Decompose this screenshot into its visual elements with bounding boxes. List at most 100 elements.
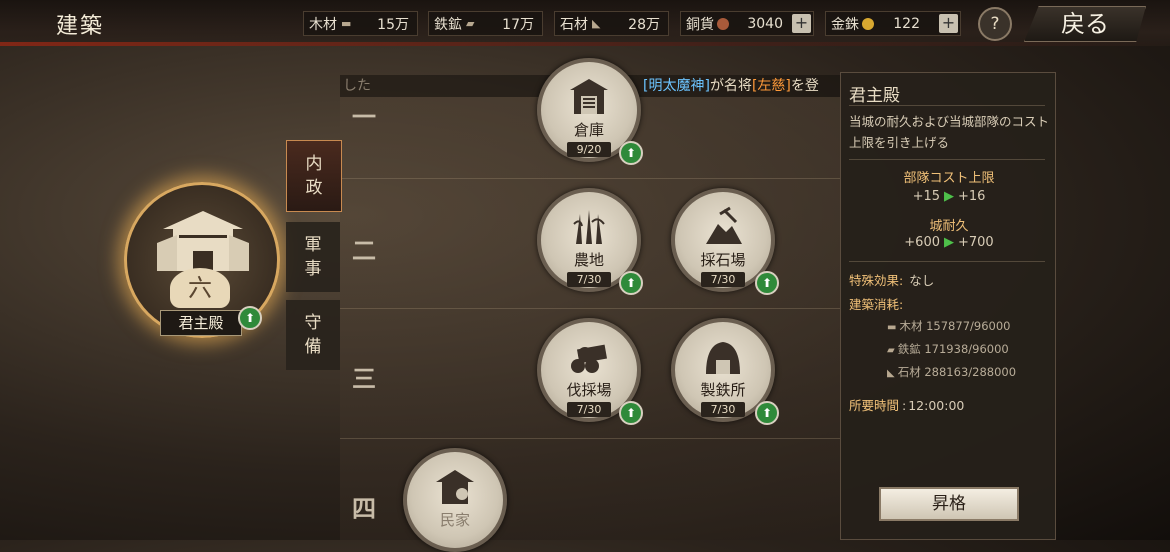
building-level: 7/30 xyxy=(701,402,745,417)
stat-name: 城耐久 xyxy=(929,219,969,234)
resource-gold: 金銖 122 + xyxy=(825,11,961,36)
tab-label: 内 xyxy=(305,154,323,174)
top-bar-accent xyxy=(0,42,1170,46)
stat-to: +16 xyxy=(958,189,986,204)
stat-name: 部隊コスト上限 xyxy=(903,171,995,186)
gold-coin-icon xyxy=(862,17,874,30)
notice-player: [明太魔神] xyxy=(643,78,710,94)
building-level: 7/30 xyxy=(567,402,611,417)
resource-value: 17万 xyxy=(502,16,534,33)
building-house[interactable]: 民家 xyxy=(403,448,507,552)
upgrade-button[interactable]: 昇格 xyxy=(879,487,1019,521)
tier-divider xyxy=(340,308,840,309)
tab-label: 守 xyxy=(304,313,322,333)
arrow-right-icon: ▶ xyxy=(944,189,954,204)
resource-label: 金銖 xyxy=(831,16,859,33)
tab-label: 政 xyxy=(305,178,323,198)
tier-number: 一 xyxy=(352,102,376,131)
quarry-icon xyxy=(706,206,742,244)
building-name: 農地 xyxy=(573,251,604,269)
cost-label: 建築消耗: xyxy=(849,297,904,312)
upgrade-arrow-icon[interactable]: ⬆ xyxy=(755,401,779,425)
resource-iron: 鉄鉱 ▰ 17万 xyxy=(428,11,543,36)
lumber-icon xyxy=(571,344,608,373)
upgrade-arrow-icon[interactable]: ⬆ xyxy=(619,271,643,295)
upgrade-arrow-icon[interactable]: ⬆ xyxy=(238,306,262,330)
resource-wood: 木材 ▬ 15万 xyxy=(303,11,418,36)
tab-domestic[interactable]: 内政 xyxy=(286,140,342,212)
building-level: 9/20 xyxy=(567,142,611,157)
cost-iron: ▰ 鉄鉱 171938/96000 xyxy=(887,342,1009,356)
divider xyxy=(849,159,1045,160)
resource-value: 3040 xyxy=(747,15,783,32)
arrow-right-icon: ▶ xyxy=(944,235,954,250)
building-detail-panel: 君主殿 当城の耐久および当城部隊のコスト上限を引き上げる 部隊コスト上限 +15… xyxy=(840,72,1056,540)
anvil-icon: ▰ xyxy=(466,17,475,30)
resource-label: 銅貨 xyxy=(686,16,714,33)
resource-value: 15万 xyxy=(377,16,409,33)
build-time: 所要時間:12:00:00 xyxy=(849,398,965,413)
tier-number: 二 xyxy=(352,236,376,265)
tab-label: 備 xyxy=(304,337,322,357)
house-icon xyxy=(436,470,474,504)
ironworks-icon xyxy=(706,342,740,374)
tier-divider xyxy=(340,438,840,439)
upgrade-arrow-icon[interactable]: ⬆ xyxy=(619,141,643,165)
wood-icon: ▬ xyxy=(341,17,352,30)
stat-from: +15 xyxy=(912,189,940,204)
warehouse-icon xyxy=(570,79,608,114)
resource-copper: 銅貨 3040 + xyxy=(680,11,814,36)
main-building-name: 君主殿 xyxy=(160,310,242,336)
add-gold-button[interactable]: + xyxy=(939,14,958,33)
cost-stone: ◣ 石材 288163/288000 xyxy=(887,365,1017,379)
stat-change: +600 ▶ +700 xyxy=(841,235,1057,250)
resource-label: 石材 xyxy=(560,16,588,33)
cost-wood: ▬ 木材 157877/96000 xyxy=(887,319,1011,333)
building-name: 採石場 xyxy=(700,251,746,269)
building-name: 製鉄所 xyxy=(700,381,746,399)
tab-military[interactable]: 軍事 xyxy=(286,222,340,292)
notice-text: を登 xyxy=(790,78,819,94)
stone-icon: ◣ xyxy=(592,17,601,30)
special-effect: 特殊効果: なし xyxy=(849,273,935,288)
page-title: 建築 xyxy=(56,14,105,39)
back-button[interactable]: 戻る xyxy=(1024,6,1146,42)
stat-change: +15 ▶ +16 xyxy=(841,189,1057,204)
resource-value: 122 xyxy=(893,15,920,32)
anvil-icon: ▰ xyxy=(887,345,895,356)
tier-number: 四 xyxy=(352,494,376,523)
upgrade-arrow-icon[interactable]: ⬆ xyxy=(619,401,643,425)
tier-divider xyxy=(340,178,840,179)
tier-number: 三 xyxy=(352,364,376,393)
resource-label: 木材 xyxy=(309,16,337,33)
divider xyxy=(849,261,1045,262)
notice-general: [左慈] xyxy=(751,78,791,94)
building-name: 民家 xyxy=(439,511,470,529)
building-name: 伐採場 xyxy=(566,381,612,399)
notice-text: した xyxy=(343,78,371,94)
panel-title: 君主殿 xyxy=(849,86,900,106)
wood-icon: ▬ xyxy=(887,322,897,333)
resource-value: 28万 xyxy=(628,16,660,33)
palace-icon xyxy=(157,211,249,271)
add-copper-button[interactable]: + xyxy=(792,14,811,33)
building-level: 7/30 xyxy=(567,272,611,287)
building-level: 7/30 xyxy=(701,272,745,287)
stone-icon: ◣ xyxy=(887,368,895,379)
divider xyxy=(849,105,1045,106)
panel-description: 当城の耐久および当城部隊のコスト上限を引き上げる xyxy=(849,114,1050,150)
tab-label: 軍 xyxy=(304,235,322,255)
stat-from: +600 xyxy=(904,235,940,250)
notice-text: が名将 xyxy=(709,78,752,94)
resource-stone: 石材 ◣ 28万 xyxy=(554,11,669,36)
farm-icon xyxy=(573,210,605,244)
building-name: 倉庫 xyxy=(573,121,604,139)
tab-label: 事 xyxy=(304,259,322,279)
resource-label: 鉄鉱 xyxy=(434,16,462,33)
main-building-level-badge: 六 xyxy=(170,268,230,308)
upgrade-arrow-icon[interactable]: ⬆ xyxy=(755,271,779,295)
stat-to: +700 xyxy=(958,235,994,250)
copper-coin-icon xyxy=(717,17,729,30)
help-button[interactable]: ? xyxy=(978,7,1012,41)
tab-defense[interactable]: 守備 xyxy=(286,300,340,370)
